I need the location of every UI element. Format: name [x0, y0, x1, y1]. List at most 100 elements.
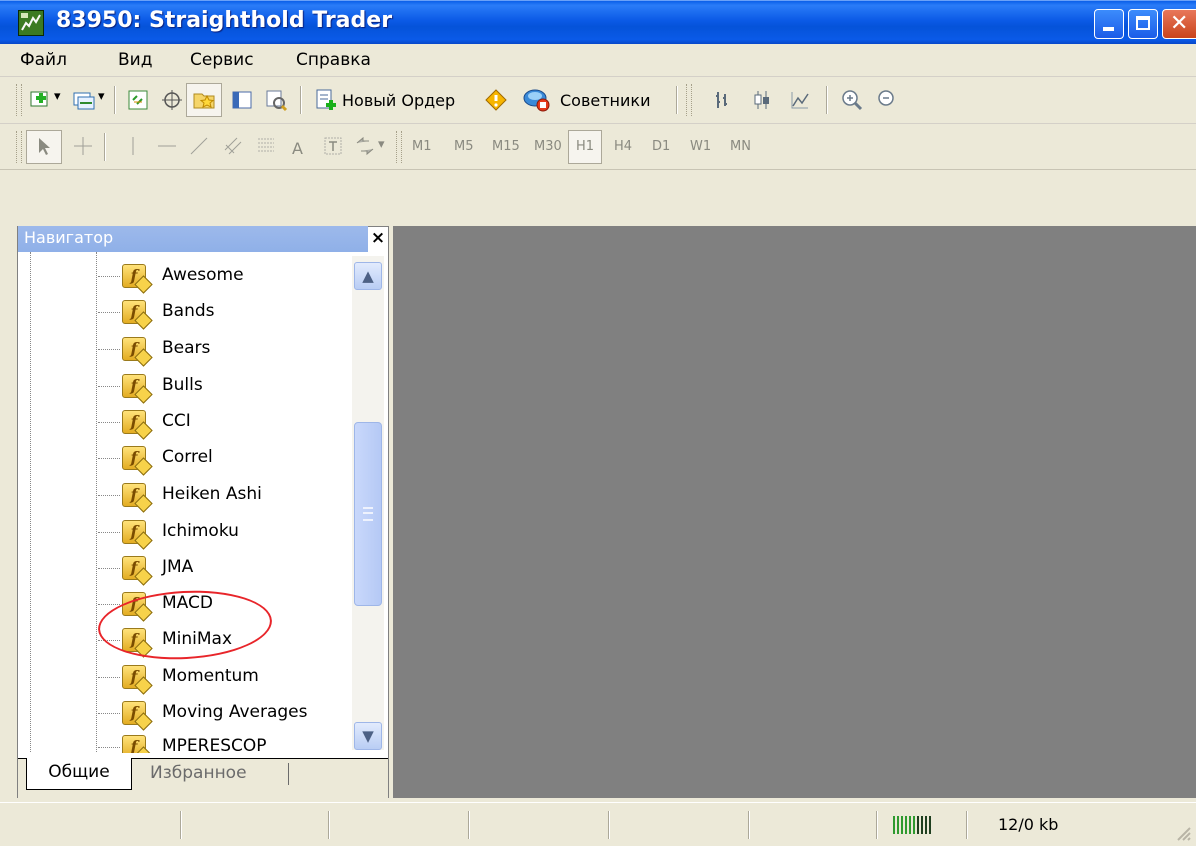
- tree-item-moving-averages[interactable]: f Moving Averages: [18, 695, 354, 731]
- toolbar-separator: [676, 86, 678, 114]
- zoom-out-icon[interactable]: [876, 88, 900, 112]
- bar-chart-icon[interactable]: [710, 88, 734, 112]
- status-divider: [748, 811, 750, 839]
- tree-connector: [98, 349, 120, 350]
- app-icon[interactable]: [18, 10, 44, 36]
- timeframe-m5[interactable]: M5: [454, 139, 474, 154]
- menu-service[interactable]: Сервис: [190, 50, 254, 70]
- tree-item-bears[interactable]: f Bears: [18, 331, 354, 367]
- crosshair-tool-icon[interactable]: [72, 135, 94, 157]
- tree-item-heiken-ashi[interactable]: f Heiken Ashi: [18, 477, 354, 513]
- tree-item-mperescop[interactable]: f MPERESCOP: [18, 729, 354, 753]
- profiles-icon[interactable]: [72, 88, 96, 112]
- status-divider: [966, 811, 968, 839]
- strategy-tester-icon[interactable]: [264, 88, 288, 112]
- new-chart-icon[interactable]: [28, 88, 52, 112]
- timeframe-d1[interactable]: D1: [652, 139, 670, 154]
- tree-item-label: Moving Averages: [162, 702, 308, 722]
- indicator-icon: f: [122, 446, 146, 470]
- resize-grip-icon[interactable]: [1172, 822, 1192, 842]
- minimize-icon: [1103, 27, 1114, 31]
- navigator-close-icon[interactable]: ×: [370, 228, 386, 250]
- tree-item-awesome[interactable]: f Awesome: [18, 258, 354, 294]
- tree-connector: [98, 312, 120, 313]
- chart-workspace[interactable]: [393, 226, 1196, 798]
- close-icon: ✕: [1170, 11, 1189, 36]
- fibonacci-icon[interactable]: [256, 135, 278, 157]
- tree-item-correl[interactable]: f Correl: [18, 440, 354, 476]
- tab-favorites[interactable]: Избранное: [150, 763, 247, 783]
- indicator-icon: f: [122, 665, 146, 689]
- toolbar-grip[interactable]: [686, 84, 692, 116]
- navigator-title[interactable]: Навигатор: [18, 226, 368, 252]
- tree-item-label: JMA: [162, 557, 194, 577]
- chevron-down-icon[interactable]: ▾: [98, 89, 105, 104]
- vertical-line-icon[interactable]: [122, 135, 144, 157]
- chevron-down-icon[interactable]: ▾: [54, 89, 61, 104]
- title-bar[interactable]: 83950: Straighthold Trader ✕: [0, 0, 1196, 44]
- new-order-label[interactable]: Новый Ордер: [342, 91, 455, 110]
- advisors-label[interactable]: Советники: [560, 91, 650, 110]
- tree-item-momentum[interactable]: f Momentum: [18, 659, 354, 695]
- timeframe-h1[interactable]: H1: [576, 139, 594, 154]
- tree-item-ichimoku[interactable]: f Ichimoku: [18, 514, 354, 550]
- indicator-icon: f: [122, 410, 146, 434]
- maximize-icon: [1136, 16, 1150, 30]
- menu-file[interactable]: Файл: [20, 50, 67, 70]
- expert-advisors-icon: [523, 89, 550, 112]
- toolbar-separator: [826, 86, 828, 114]
- tree-item-bands[interactable]: f Bands: [18, 294, 354, 330]
- timeframe-mn[interactable]: MN: [730, 139, 751, 154]
- terminal-icon[interactable]: [230, 88, 254, 112]
- toolbar-grip[interactable]: [396, 131, 402, 163]
- close-button[interactable]: ✕: [1162, 9, 1196, 39]
- connection-status-icon[interactable]: [892, 814, 936, 836]
- zoom-in-icon[interactable]: [840, 88, 864, 112]
- tree-item-label: Awesome: [162, 265, 244, 285]
- indicator-icon: f: [122, 556, 146, 580]
- traffic-counter: 12/0 kb: [998, 815, 1059, 834]
- toolbar-grip[interactable]: [16, 131, 22, 163]
- arrows-icon[interactable]: [354, 135, 376, 157]
- market-watch-icon[interactable]: [126, 88, 150, 112]
- timeframe-m1[interactable]: M1: [412, 139, 432, 154]
- chevron-down-icon[interactable]: ▾: [378, 137, 385, 152]
- status-divider: [328, 811, 330, 839]
- indicator-icon: f: [122, 300, 146, 324]
- crosshair-icon[interactable]: [160, 88, 184, 112]
- channel-icon[interactable]: [222, 135, 244, 157]
- status-divider: [608, 811, 610, 839]
- status-divider: [468, 811, 470, 839]
- tree-connector: [98, 386, 120, 387]
- tree-item-label: Bands: [162, 301, 215, 321]
- timeframe-m15[interactable]: M15: [492, 139, 520, 154]
- text-label-icon[interactable]: [322, 135, 344, 157]
- menu-help[interactable]: Справка: [296, 50, 371, 70]
- indicator-icon: f: [122, 520, 146, 544]
- timeframe-w1[interactable]: W1: [690, 139, 711, 154]
- indicator-icon: f: [122, 701, 146, 725]
- tree-item-jma[interactable]: f JMA: [18, 550, 354, 586]
- text-tool-icon[interactable]: A: [292, 139, 303, 158]
- tree-item-bulls[interactable]: f Bulls: [18, 368, 354, 404]
- tree-item-cci[interactable]: f CCI: [18, 404, 354, 440]
- menu-view[interactable]: Вид: [118, 50, 152, 70]
- warning-icon[interactable]: [484, 88, 508, 112]
- line-chart-icon[interactable]: [788, 88, 812, 112]
- horizontal-line-icon[interactable]: [156, 135, 178, 157]
- tab-general[interactable]: Общие: [26, 758, 132, 790]
- navigator-scrollbar[interactable]: ▲ ▼: [352, 256, 384, 750]
- toolbar-grip[interactable]: [16, 84, 22, 116]
- trendline-icon[interactable]: [188, 135, 210, 157]
- timeframe-h4[interactable]: H4: [614, 139, 632, 154]
- scroll-thumb[interactable]: [354, 422, 382, 606]
- minimize-button[interactable]: [1094, 9, 1124, 39]
- status-divider: [180, 811, 182, 839]
- scroll-down-icon[interactable]: ▼: [354, 722, 382, 750]
- timeframe-m30[interactable]: M30: [534, 139, 562, 154]
- drawing-toolbar: A ▾ M1 M5 M15 M30 H1 H4 D1 W1 MN: [0, 124, 1196, 170]
- tree-item-label: Heiken Ashi: [162, 484, 262, 504]
- scroll-up-icon[interactable]: ▲: [354, 262, 382, 290]
- candlestick-icon[interactable]: [750, 88, 774, 112]
- maximize-button[interactable]: [1128, 9, 1158, 39]
